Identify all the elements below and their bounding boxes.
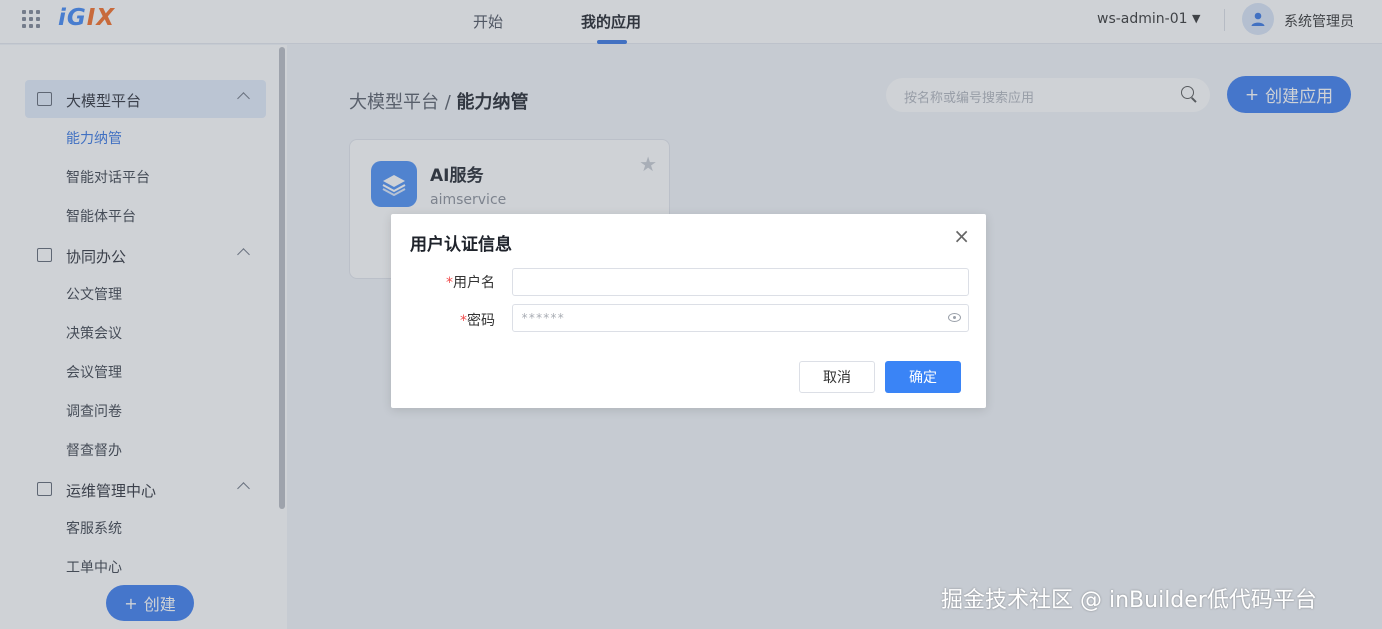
close-icon[interactable]: ×	[953, 226, 970, 246]
password-label: *密码	[425, 310, 495, 330]
required-mark: *	[446, 275, 453, 291]
password-field[interactable]: ******	[512, 304, 969, 332]
auth-dialog: 用户认证信息 × *用户名 *密码 ****** 取消 确定	[391, 214, 986, 408]
eye-icon[interactable]	[948, 313, 961, 322]
cancel-button[interactable]: 取消	[799, 361, 875, 393]
required-mark: *	[460, 313, 467, 329]
dialog-title: 用户认证信息	[410, 235, 512, 255]
password-value: ******	[521, 311, 565, 325]
username-label: *用户名	[425, 272, 495, 292]
watermark: 掘金技术社区 @ inBuilder低代码平台	[941, 588, 1317, 613]
username-label-text: 用户名	[453, 275, 495, 291]
confirm-button[interactable]: 确定	[885, 361, 961, 393]
password-label-text: 密码	[467, 313, 495, 329]
username-field[interactable]	[512, 268, 969, 296]
